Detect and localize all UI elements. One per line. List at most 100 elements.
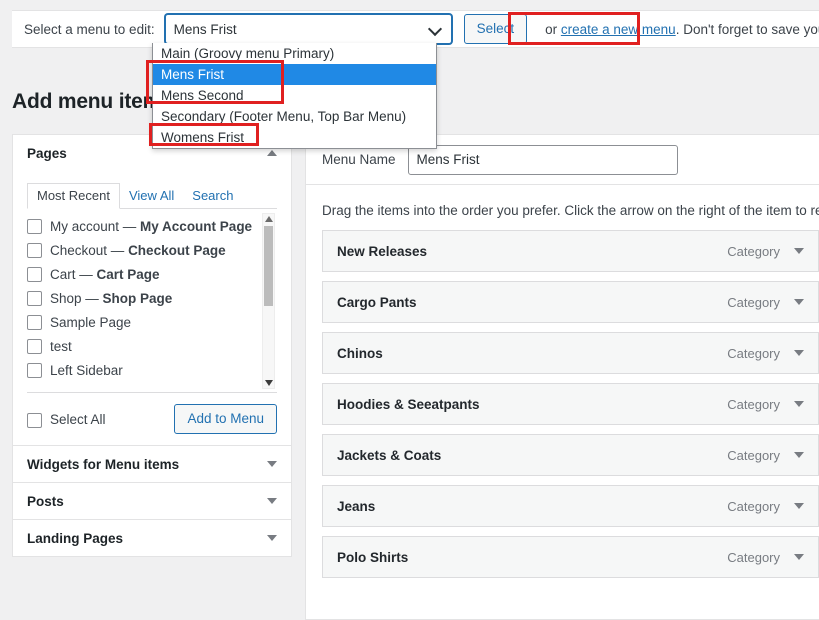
menu-item-title: Polo Shirts — [337, 549, 409, 565]
page-item-label: Shop — Shop Page — [50, 291, 173, 306]
posts-panel: Posts — [12, 482, 292, 519]
menu-item-title: Jeans — [337, 498, 376, 514]
checkbox-icon[interactable] — [27, 315, 42, 330]
menu-item-row[interactable]: New Releases Category — [322, 230, 819, 272]
save-reminder-text: . Don't forget to save your chang — [675, 21, 819, 37]
list-item[interactable]: Left Sidebar — [27, 361, 277, 380]
menu-select-options-list[interactable]: Main (Groovy menu Primary) Mens Frist Me… — [152, 43, 437, 149]
pages-list-scrollbar[interactable] — [262, 213, 275, 389]
menu-item-title: Cargo Pants — [337, 294, 417, 310]
checkbox-icon[interactable] — [27, 363, 42, 378]
menu-item-row[interactable]: Hoodies & Seeatpants Category — [322, 383, 819, 425]
select-all-row: Select All Add to Menu — [27, 393, 277, 445]
chevron-down-icon[interactable] — [794, 299, 804, 305]
chevron-down-icon[interactable] — [267, 461, 277, 467]
menu-item-title: Hoodies & Seeatpants — [337, 396, 480, 412]
or-text: or — [545, 21, 561, 37]
chevron-down-icon[interactable] — [794, 401, 804, 407]
menu-option-mens-frist[interactable]: Mens Frist — [153, 64, 436, 85]
pages-panel-body: Most Recent View All Search My account —… — [13, 181, 291, 445]
page-item-label: Cart — Cart Page — [50, 267, 160, 282]
menu-option-womens-frist[interactable]: Womens Frist — [153, 127, 436, 148]
scroll-up-arrow-icon[interactable] — [265, 216, 273, 222]
page-item-label: Checkout — Checkout Page — [50, 243, 226, 258]
checkbox-icon[interactable] — [27, 339, 42, 354]
landing-pages-panel: Landing Pages — [12, 519, 292, 557]
list-item[interactable]: My account — My Account Page — [27, 217, 277, 236]
page-item-label: Left Sidebar — [50, 363, 123, 378]
pages-tabs: Most Recent View All Search — [27, 181, 277, 209]
page-viewport: Select a menu to edit: Mens Frist Select… — [0, 0, 819, 620]
chevron-down-icon[interactable] — [794, 503, 804, 509]
select-all-label: Select All — [50, 411, 106, 427]
menu-item-type: Category — [727, 345, 780, 361]
menu-item-type: Category — [727, 549, 780, 565]
select-all-checkbox[interactable] — [27, 412, 42, 428]
page-item-label: test — [50, 339, 72, 354]
tab-most-recent[interactable]: Most Recent — [27, 183, 120, 209]
chevron-down-icon[interactable] — [794, 248, 804, 254]
create-new-menu-link[interactable]: create a new menu — [561, 22, 676, 37]
list-item[interactable]: Checkout — Checkout Page — [27, 241, 277, 260]
tab-search[interactable]: Search — [183, 184, 242, 208]
list-item[interactable]: Shop — Shop Page — [27, 289, 277, 308]
menu-structure-panel: Menu Name Drag the items into the order … — [305, 134, 819, 620]
scrollbar-thumb[interactable] — [264, 226, 273, 306]
menu-option-main[interactable]: Main (Groovy menu Primary) — [153, 43, 436, 64]
drag-instruction-text: Drag the items into the order you prefer… — [322, 203, 819, 218]
widgets-panel: Widgets for Menu items — [12, 445, 292, 482]
menu-item-row[interactable]: Jeans Category — [322, 485, 819, 527]
chevron-down-icon[interactable] — [267, 535, 277, 541]
menu-item-row[interactable]: Jackets & Coats Category — [322, 434, 819, 476]
menu-option-secondary[interactable]: Secondary (Footer Menu, Top Bar Menu) — [153, 106, 436, 127]
chevron-down-icon[interactable] — [794, 452, 804, 458]
pages-panel: Pages Most Recent View All Search My acc… — [12, 134, 292, 445]
menu-name-input[interactable] — [407, 144, 678, 175]
list-item[interactable]: Sample Page — [27, 313, 277, 332]
menu-item-type: Category — [727, 396, 780, 412]
menu-item-title: New Releases — [337, 243, 428, 259]
menu-items-list: New Releases Category Cargo Pants Catego… — [306, 224, 819, 578]
widgets-panel-title: Widgets for Menu items — [27, 456, 180, 472]
chevron-down-icon[interactable] — [267, 498, 277, 504]
menu-option-mens-second[interactable]: Mens Second — [153, 85, 436, 106]
list-item[interactable]: Cart — Cart Page — [27, 265, 277, 284]
menu-item-type: Category — [727, 498, 780, 514]
page-item-label: My account — My Account Page — [50, 219, 253, 234]
posts-panel-header[interactable]: Posts — [13, 483, 291, 519]
widgets-panel-header[interactable]: Widgets for Menu items — [13, 446, 291, 482]
list-item[interactable]: test — [27, 337, 277, 356]
menu-item-type: Category — [727, 294, 780, 310]
posts-panel-title: Posts — [27, 493, 64, 509]
checkbox-icon[interactable] — [27, 243, 42, 258]
select-menu-label: Select a menu to edit: — [24, 21, 155, 37]
menu-select-value: Mens Frist — [173, 21, 237, 37]
checkbox-icon[interactable] — [27, 219, 42, 234]
menu-name-label: Menu Name — [322, 152, 396, 167]
page-title: Add menu items — [12, 90, 173, 113]
menu-item-row[interactable]: Chinos Category — [322, 332, 819, 374]
scroll-down-arrow-icon[interactable] — [265, 380, 273, 386]
chevron-down-icon[interactable] — [794, 350, 804, 356]
menu-item-title: Chinos — [337, 345, 383, 361]
page-item-label: Sample Page — [50, 315, 132, 330]
pages-list: My account — My Account Page Checkout — … — [27, 209, 277, 393]
select-button[interactable]: Select — [463, 14, 528, 44]
add-to-menu-button[interactable]: Add to Menu — [174, 404, 277, 434]
landing-pages-panel-title: Landing Pages — [27, 530, 124, 546]
menu-item-type: Category — [727, 447, 780, 463]
checkbox-icon[interactable] — [27, 267, 42, 282]
create-menu-hint: or create a new menu. Don't forget to sa… — [545, 22, 819, 37]
checkbox-icon[interactable] — [27, 291, 42, 306]
add-menu-items-sidebar: Pages Most Recent View All Search My acc… — [12, 134, 292, 557]
chevron-down-icon[interactable] — [794, 554, 804, 560]
chevron-down-icon — [429, 22, 443, 36]
menu-item-type: Category — [727, 243, 780, 259]
menu-select-dropdown[interactable]: Mens Frist — [164, 14, 452, 44]
menu-item-row[interactable]: Polo Shirts Category — [322, 536, 819, 578]
menu-item-row[interactable]: Cargo Pants Category — [322, 281, 819, 323]
tab-view-all[interactable]: View All — [120, 184, 183, 208]
chevron-up-icon[interactable] — [267, 150, 277, 156]
menu-select-wrapper: Mens Frist — [164, 14, 452, 44]
landing-pages-panel-header[interactable]: Landing Pages — [13, 520, 291, 556]
